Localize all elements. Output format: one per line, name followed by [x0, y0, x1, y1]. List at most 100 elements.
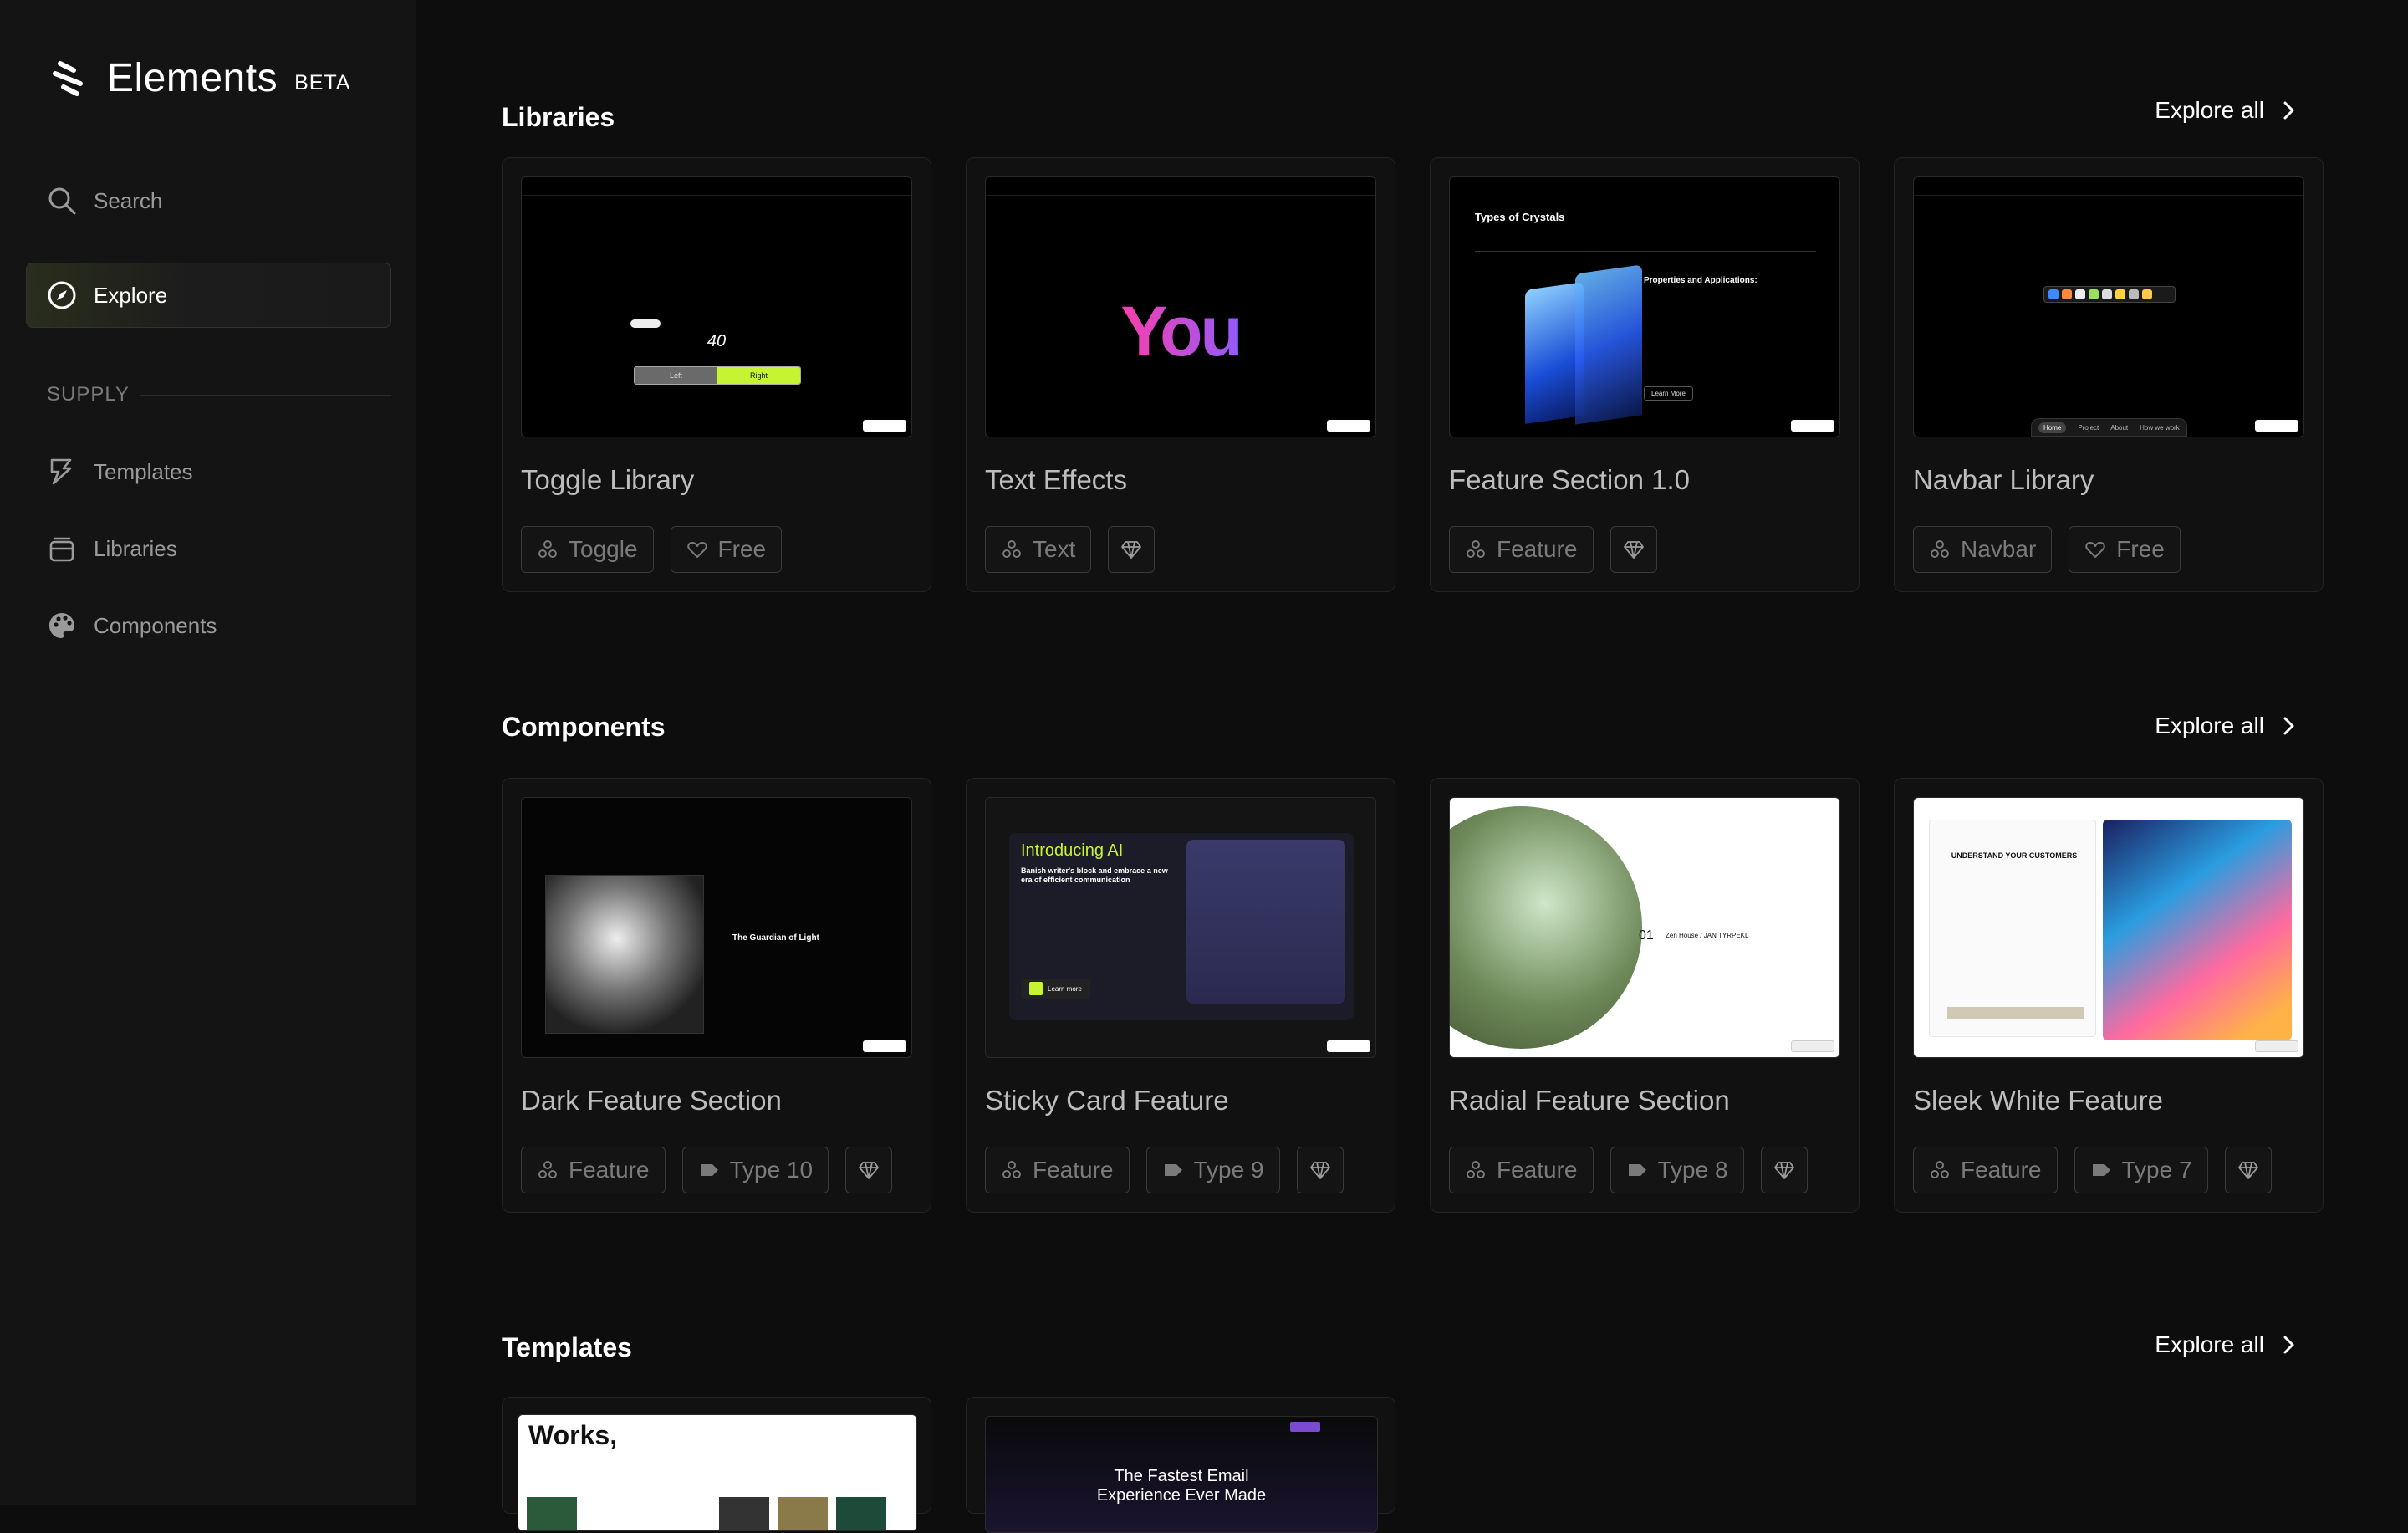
card-title: Radial Feature Section	[1449, 1085, 1730, 1116]
component-icon	[1931, 1161, 1949, 1178]
diamond-icon	[1623, 541, 1644, 559]
card-title: Toggle Library	[521, 464, 695, 495]
feature-section-thumbnail: Types of Crystals Properties and Applica…	[1449, 176, 1840, 437]
navbar-library-thumbnail: Home Project About How we work	[1913, 176, 2304, 437]
component-icon	[538, 540, 557, 558]
beta-badge: BETA	[294, 71, 351, 95]
text-effects-thumbnail: You	[985, 176, 1376, 437]
tag-premium[interactable]	[1610, 526, 1657, 573]
tag-icon	[1164, 1164, 1182, 1176]
sleek-white-thumbnail: UNDERSTAND YOUR CUSTOMERS	[1913, 797, 2304, 1058]
component-card-sleek-white[interactable]: UNDERSTAND YOUR CUSTOMERS Sleek White Fe…	[1894, 778, 2324, 1213]
explore-button[interactable]: Explore	[26, 263, 391, 328]
tag-type[interactable]: Type 7	[2074, 1147, 2208, 1193]
radial-feature-thumbnail: 01 Zen House / JAN TYRPEKL	[1449, 797, 1840, 1058]
tag-category[interactable]: Text	[985, 526, 1092, 573]
tag-type[interactable]: Type 10	[681, 1147, 829, 1193]
tag-free[interactable]: Free	[2069, 526, 2181, 573]
card-title: Text Effects	[985, 464, 1127, 495]
tag-category[interactable]: Feature	[521, 1147, 666, 1193]
diamond-icon	[1773, 1162, 1794, 1179]
sidebar: Elements BETA Search Explore SUPPLY Temp…	[0, 0, 416, 1505]
sticky-heading: Introducing AI	[1021, 841, 1124, 860]
library-card-feature-section[interactable]: Types of Crystals Properties and Applica…	[1430, 157, 1860, 592]
tag-category[interactable]: Feature	[1449, 526, 1594, 573]
diamond-icon	[1121, 541, 1142, 559]
tag-label: Feature	[1033, 1157, 1114, 1183]
tag-type[interactable]: Type 9	[1145, 1147, 1280, 1193]
component-icon	[1002, 1161, 1021, 1178]
tag-label: Feature	[1497, 1157, 1578, 1183]
feature-heading: Types of Crystals	[1475, 211, 1565, 223]
chevron-right-icon	[2283, 717, 2294, 735]
diamond-icon	[2237, 1162, 2258, 1179]
feature-learn-more: Learn More	[1644, 386, 1693, 401]
library-card-navbar[interactable]: Home Project About How we work Navbar Li…	[1894, 157, 2324, 592]
libraries-explore-all-link[interactable]: Explore all	[2155, 97, 2299, 124]
toggle-left: Left	[635, 367, 717, 384]
template-icon	[50, 458, 72, 485]
tag-free[interactable]: Free	[670, 526, 783, 573]
tag-label: Navbar	[1961, 536, 2037, 562]
template-card-works[interactable]: Works,	[502, 1397, 931, 1531]
dark-feature-heading: The Guardian of Light	[732, 933, 819, 943]
card-title: Dark Feature Section	[521, 1085, 782, 1116]
sidebar-item-templates[interactable]: Templates	[47, 457, 193, 487]
email-heading: The Fastest Email Experience Ever Made	[1096, 1467, 1267, 1505]
sidebar-item-components[interactable]: Components	[47, 611, 217, 641]
nav-link: Home	[2038, 422, 2067, 433]
app-logo[interactable]: Elements BETA	[48, 55, 351, 101]
heart-icon	[686, 542, 707, 558]
card-title: Sleek White Feature	[1913, 1085, 2163, 1116]
templates-explore-all-link[interactable]: Explore all	[2155, 1331, 2299, 1358]
palette-icon	[49, 613, 74, 638]
works-heading: Works,	[528, 1420, 618, 1450]
tag-premium[interactable]	[1296, 1147, 1344, 1193]
toggle-counter: 40	[707, 332, 727, 350]
component-card-dark-feature[interactable]: The Guardian of Light Dark Feature Secti…	[502, 778, 931, 1213]
component-card-sticky-card[interactable]: Introducing AI Banish writer's block and…	[966, 778, 1395, 1213]
component-card-radial-feature[interactable]: 01 Zen House / JAN TYRPEKL Radial Featur…	[1430, 778, 1860, 1213]
tag-premium[interactable]	[1108, 526, 1156, 573]
tag-category[interactable]: Feature	[985, 1147, 1130, 1193]
component-icon	[1467, 540, 1485, 558]
app-name: Elements	[107, 56, 278, 100]
tag-label: Feature	[1497, 536, 1578, 562]
component-icon	[1467, 1161, 1485, 1178]
template-card-email[interactable]: The Fastest Email Experience Ever Made	[966, 1397, 1395, 1533]
tag-label: Text	[1033, 536, 1076, 562]
elements-logo-icon	[53, 60, 83, 96]
explore-all-label: Explore all	[2155, 1331, 2264, 1357]
tag-premium[interactable]	[1760, 1147, 1808, 1193]
tag-label: Free	[717, 536, 767, 562]
tag-category[interactable]: Feature	[1913, 1147, 2058, 1193]
search-icon	[48, 187, 76, 215]
search-button[interactable]: Search	[47, 186, 162, 216]
compass-icon	[48, 281, 76, 309]
sidebar-item-label: Libraries	[94, 535, 177, 561]
library-card-toggle[interactable]: 40 Left Right Toggle Library Toggle Free	[502, 157, 931, 592]
sidebar-item-label: Templates	[94, 458, 193, 484]
nav-link: Project	[2078, 423, 2099, 432]
library-card-text-effects[interactable]: You Text Effects Text	[966, 157, 1395, 592]
tag-label: Type 9	[1193, 1157, 1264, 1183]
tag-label: Feature	[1961, 1157, 2042, 1183]
components-explore-all-link[interactable]: Explore all	[2155, 713, 2299, 739]
component-icon	[538, 1161, 557, 1178]
tag-category[interactable]: Toggle	[521, 526, 654, 573]
tag-category[interactable]: Feature	[1449, 1147, 1594, 1193]
heart-icon	[2085, 542, 2105, 558]
card-title: Sticky Card Feature	[985, 1085, 1229, 1116]
tag-icon	[700, 1164, 718, 1176]
component-icon	[1002, 540, 1021, 558]
tag-premium[interactable]	[845, 1147, 893, 1193]
tag-type[interactable]: Type 8	[1610, 1147, 1744, 1193]
sidebar-item-label: Components	[94, 612, 217, 638]
tag-label: Free	[2116, 536, 2165, 562]
tag-premium[interactable]	[2224, 1147, 2272, 1193]
sidebar-item-libraries[interactable]: Libraries	[47, 534, 177, 564]
sticky-card-thumbnail: Introducing AI Banish writer's block and…	[985, 797, 1376, 1058]
chevron-right-icon	[2283, 101, 2294, 120]
tag-category[interactable]: Navbar	[1913, 526, 2053, 573]
nav-link: How we work	[2140, 423, 2180, 432]
